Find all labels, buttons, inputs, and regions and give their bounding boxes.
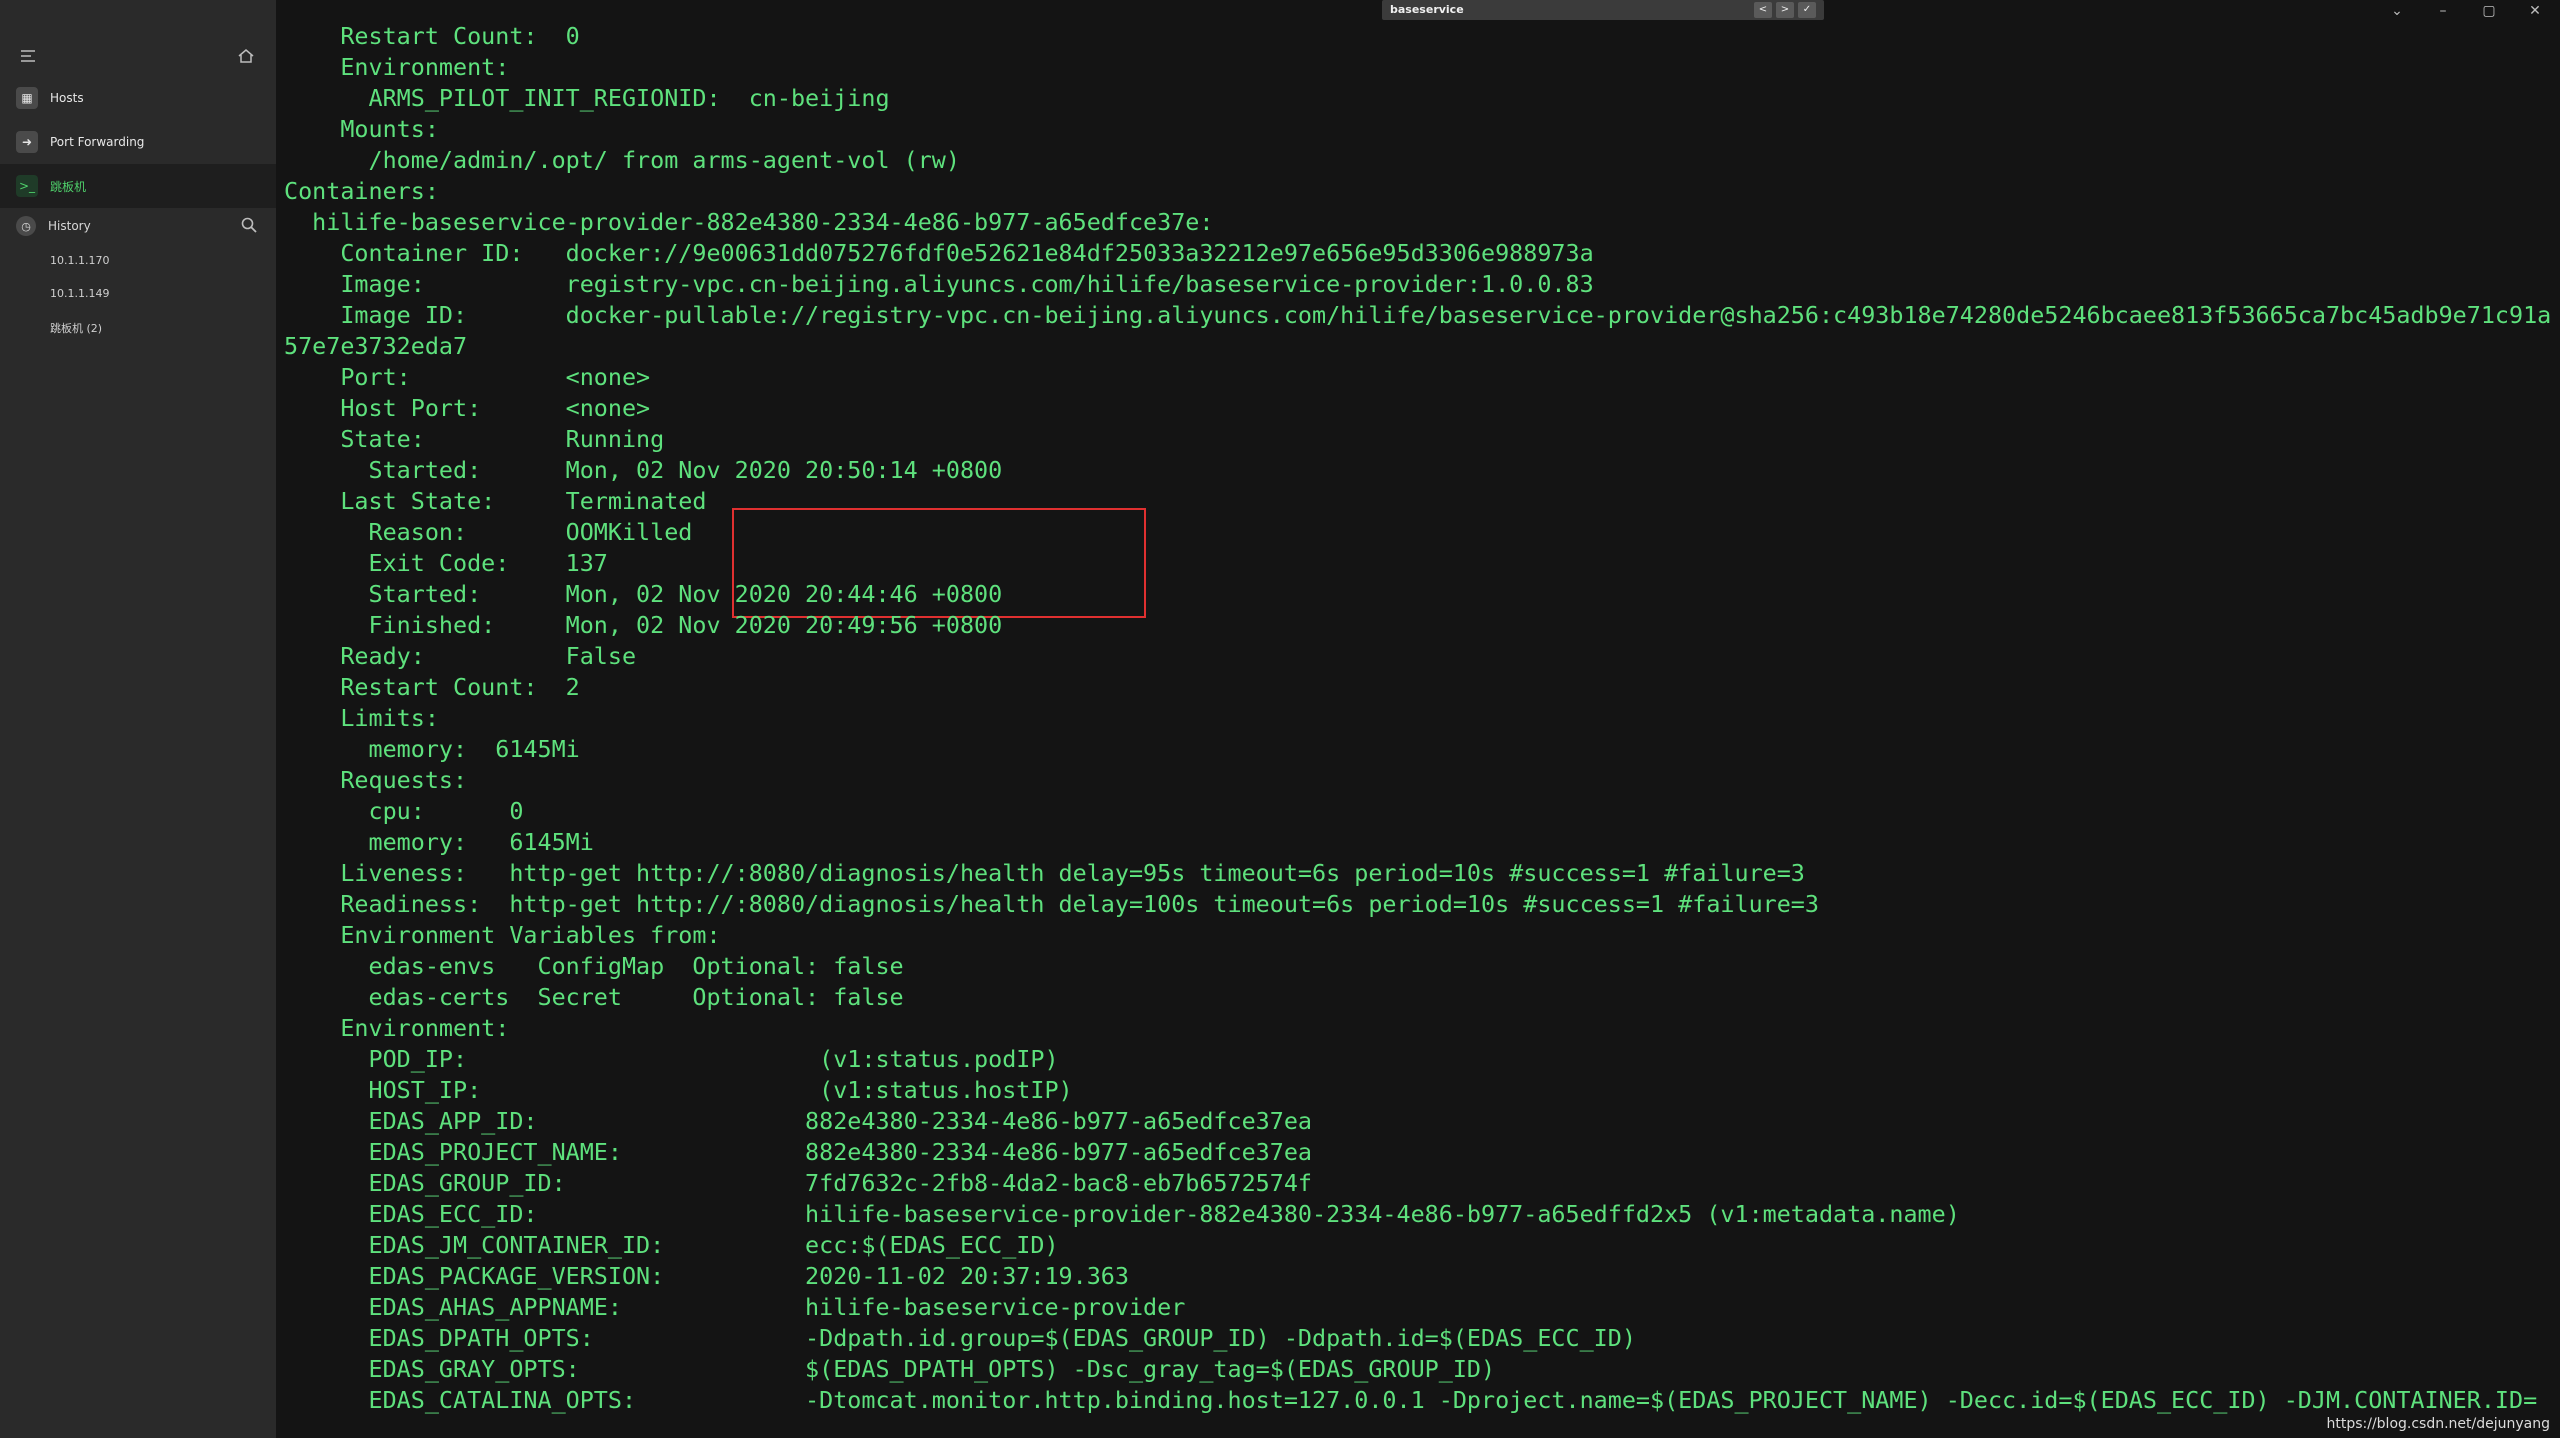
terminal-line: Started: Mon, 02 Nov 2020 20:44:46 +0800 <box>284 580 1003 608</box>
history-label: History <box>48 219 91 233</box>
clock-icon: ◷ <box>16 216 36 236</box>
terminal-icon: >_ <box>16 175 38 197</box>
terminal-line: Environment: <box>284 53 510 81</box>
terminal-line: EDAS_GRAY_OPTS: $(EDAS_DPATH_OPTS) -Dsc_… <box>284 1355 1496 1383</box>
terminal-line: Started: Mon, 02 Nov 2020 20:50:14 +0800 <box>284 456 1003 484</box>
terminal-line: EDAS_DPATH_OPTS: -Ddpath.id.group=$(EDAS… <box>284 1324 1636 1352</box>
sidebar: ▦ Hosts ➜ Port Forwarding >_ 跳板机 ◷ Histo… <box>0 0 276 1438</box>
menu-icon[interactable] <box>18 46 38 66</box>
terminal-line: POD_IP: (v1:status.podIP) <box>284 1045 1059 1073</box>
confirm-button[interactable]: ✓ <box>1798 2 1816 18</box>
sidebar-item-jump-host[interactable]: >_ 跳板机 <box>0 164 276 208</box>
session-tab[interactable]: baseservice < > ✓ <box>1382 0 1824 20</box>
sidebar-item-port-forwarding[interactable]: ➜ Port Forwarding <box>0 120 276 164</box>
terminal-line: Requests: <box>284 766 468 794</box>
terminal-line: Liveness: http-get http://:8080/diagnosi… <box>284 859 1805 887</box>
terminal-line: Host Port: <none> <box>284 394 651 422</box>
terminal-line: Last State: Terminated <box>284 487 707 515</box>
grid-icon: ▦ <box>16 87 38 109</box>
close-icon[interactable]: ✕ <box>2524 2 2546 20</box>
terminal-line: hilife-baseservice-provider-882e4380-233… <box>284 208 1214 236</box>
minimize-icon[interactable]: – <box>2432 2 2454 20</box>
terminal-line: Readiness: http-get http://:8080/diagnos… <box>284 890 1819 918</box>
terminal-line: EDAS_GROUP_ID: 7fd7632c-2fb8-4da2-bac8-e… <box>284 1169 1313 1197</box>
terminal-line: Mounts: <box>284 115 439 143</box>
terminal-line: Image: registry-vpc.cn-beijing.aliyuncs.… <box>284 270 1594 298</box>
terminal-line: 57e7e3732eda7 <box>284 332 468 360</box>
terminal-line: memory: 6145Mi <box>284 828 594 856</box>
terminal-line: Reason: OOMKilled <box>284 518 693 546</box>
forward-arrow-icon: ➜ <box>16 131 38 153</box>
terminal-line: EDAS_ECC_ID: hilife-baseservice-provider… <box>284 1200 1960 1228</box>
title-bar: baseservice < > ✓ ⌄ – ▢ ✕ <box>276 0 2560 22</box>
terminal-line: State: Running <box>284 425 665 453</box>
terminal-line: /home/admin/.opt/ from arms-agent-vol (r… <box>284 146 960 174</box>
terminal-line: EDAS_CATALINA_OPTS: -Dtomcat.monitor.htt… <box>284 1386 2538 1414</box>
terminal-line: Environment: <box>284 1014 510 1042</box>
terminal-line: edas-certs Secret Optional: false <box>284 983 904 1011</box>
terminal-line: EDAS_JM_CONTAINER_ID: ecc:$(EDAS_ECC_ID) <box>284 1231 1059 1259</box>
sidebar-top-bar <box>0 40 276 72</box>
terminal-line: edas-envs ConfigMap Optional: false <box>284 952 904 980</box>
terminal-line: Environment Variables from: <box>284 921 721 949</box>
tab-title: baseservice <box>1390 3 1464 16</box>
terminal-line: Ready: False <box>284 642 637 670</box>
terminal-line: EDAS_APP_ID: 882e4380-2334-4e86-b977-a65… <box>284 1107 1313 1135</box>
chevron-down-icon[interactable]: ⌄ <box>2386 2 2408 20</box>
maximize-icon[interactable]: ▢ <box>2478 2 2500 20</box>
watermark: https://blog.csdn.net/dejunyang <box>2326 1416 2550 1432</box>
terminal-line: EDAS_AHAS_APPNAME: hilife-baseservice-pr… <box>284 1293 1186 1321</box>
home-icon[interactable] <box>236 46 256 66</box>
terminal-line: Image ID: docker-pullable://registry-vpc… <box>284 301 2552 329</box>
terminal-line: HOST_IP: (v1:status.hostIP) <box>284 1076 1073 1104</box>
terminal-line: Finished: Mon, 02 Nov 2020 20:49:56 +080… <box>284 611 1003 639</box>
terminal-line: cpu: 0 <box>284 797 524 825</box>
terminal-line: Port: <none> <box>284 363 651 391</box>
history-item[interactable]: 10.1.1.149 <box>50 287 109 300</box>
terminal-line: Limits: <box>284 704 439 732</box>
terminal-line: EDAS_PROJECT_NAME: 882e4380-2334-4e86-b9… <box>284 1138 1313 1166</box>
terminal-line: memory: 6145Mi <box>284 735 580 763</box>
next-button[interactable]: > <box>1776 2 1794 18</box>
sidebar-item-hosts[interactable]: ▦ Hosts <box>0 76 276 120</box>
search-icon[interactable] <box>240 216 258 238</box>
terminal-line: EDAS_PACKAGE_VERSION: 2020-11-02 20:37:1… <box>284 1262 1129 1290</box>
terminal-line: Restart Count: 0 <box>284 22 580 50</box>
history-item[interactable]: 10.1.1.170 <box>50 254 109 267</box>
prev-button[interactable]: < <box>1754 2 1772 18</box>
terminal-line: Restart Count: 2 <box>284 673 580 701</box>
sidebar-item-label: Hosts <box>50 91 84 105</box>
terminal-output[interactable]: Restart Count: 0 Environment: ARMS_PILOT… <box>276 22 2560 1438</box>
terminal-line: ARMS_PILOT_INIT_REGIONID: cn-beijing <box>284 84 890 112</box>
terminal-line: Container ID: docker://9e00631dd075276fd… <box>284 239 1594 267</box>
sidebar-item-label: Port Forwarding <box>50 135 145 149</box>
terminal-line: Containers: <box>284 177 439 205</box>
sidebar-item-label: 跳板机 <box>50 179 87 194</box>
history-item[interactable]: 跳板机 (2) <box>50 320 102 336</box>
terminal-line: Exit Code: 137 <box>284 549 608 577</box>
history-header[interactable]: ◷ History <box>0 206 276 246</box>
